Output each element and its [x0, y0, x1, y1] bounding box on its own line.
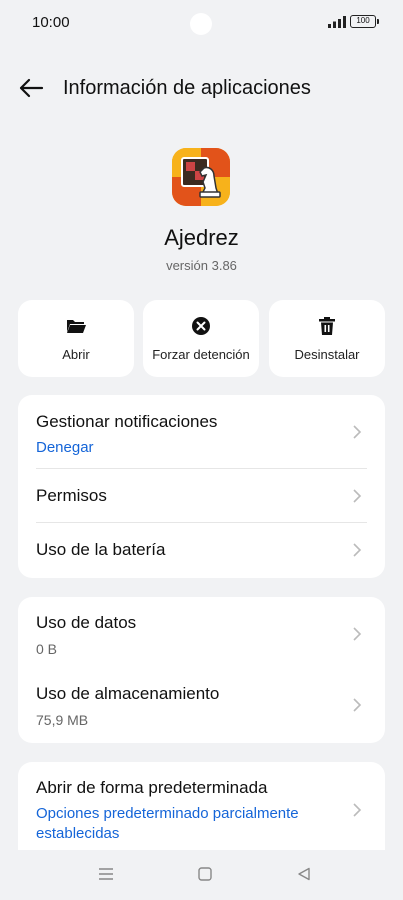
open-by-default-value-line1: Opciones predeterminado parcialmente	[36, 805, 299, 822]
signal-icon	[328, 16, 346, 28]
battery-icon: 100	[350, 15, 379, 28]
manage-notifications-value: Denegar	[36, 439, 94, 456]
data-usage-title: Uso de datos	[36, 613, 137, 632]
settings-card-2: Uso de datos 0 B Uso de almacenamiento 7…	[18, 597, 385, 743]
home-square-icon[interactable]	[198, 867, 212, 881]
battery-usage-row[interactable]: Uso de la batería	[18, 523, 385, 578]
force-stop-label: Forzar detención	[152, 347, 250, 362]
back-triangle-icon[interactable]	[297, 867, 311, 881]
trash-icon	[319, 317, 335, 335]
folder-open-icon	[67, 320, 86, 333]
chevron-right-icon	[353, 543, 362, 557]
navigation-bar	[0, 850, 403, 900]
action-row: Abrir Forzar detención Desinstalar	[18, 300, 385, 377]
camera-cutout	[190, 13, 212, 35]
storage-usage-title: Uso de almacenamiento	[36, 684, 220, 703]
storage-usage-value: 75,9 MB	[36, 712, 89, 728]
settings-card-1: Gestionar notificaciones Denegar Permiso…	[18, 395, 385, 578]
chevron-right-icon	[353, 627, 362, 641]
open-by-default-value-line2: establecidas	[36, 825, 120, 842]
chevron-right-icon	[353, 489, 362, 503]
manage-notifications-title: Gestionar notificaciones	[36, 412, 218, 431]
force-stop-button[interactable]: Forzar detención	[143, 300, 259, 377]
close-circle-icon	[192, 317, 210, 335]
open-by-default-row[interactable]: Abrir de forma predeterminada Opciones p…	[18, 762, 385, 850]
chevron-right-icon	[353, 698, 362, 712]
uninstall-label: Desinstalar	[294, 347, 360, 362]
app-icon	[172, 148, 230, 206]
uninstall-button[interactable]: Desinstalar	[269, 300, 385, 377]
app-name: Ajedrez	[164, 225, 239, 250]
menu-icon[interactable]	[98, 867, 114, 881]
permissions-title: Permisos	[36, 486, 107, 505]
permissions-row[interactable]: Permisos	[18, 469, 385, 522]
back-arrow-icon[interactable]	[18, 76, 44, 100]
manage-notifications-row[interactable]: Gestionar notificaciones Denegar	[18, 395, 385, 468]
app-version: versión 3.86	[166, 258, 237, 273]
page-title: Información de aplicaciones	[63, 77, 311, 99]
chevron-right-icon	[353, 803, 362, 817]
status-time: 10:00	[32, 14, 70, 31]
open-by-default-title: Abrir de forma predeterminada	[36, 778, 268, 797]
settings-card-3: Abrir de forma predeterminada Opciones p…	[18, 762, 385, 850]
app-bar: Información de aplicaciones	[0, 66, 403, 110]
battery-usage-title: Uso de la batería	[36, 540, 166, 559]
open-label: Abrir	[62, 347, 90, 362]
open-button[interactable]: Abrir	[18, 300, 134, 377]
chess-app-icon	[172, 148, 230, 206]
status-bar: 10:00 100	[0, 0, 403, 44]
data-usage-value: 0 B	[36, 641, 58, 657]
data-usage-row[interactable]: Uso de datos 0 B	[18, 597, 385, 670]
storage-usage-row[interactable]: Uso de almacenamiento 75,9 MB	[18, 670, 385, 743]
chevron-right-icon	[353, 425, 362, 439]
